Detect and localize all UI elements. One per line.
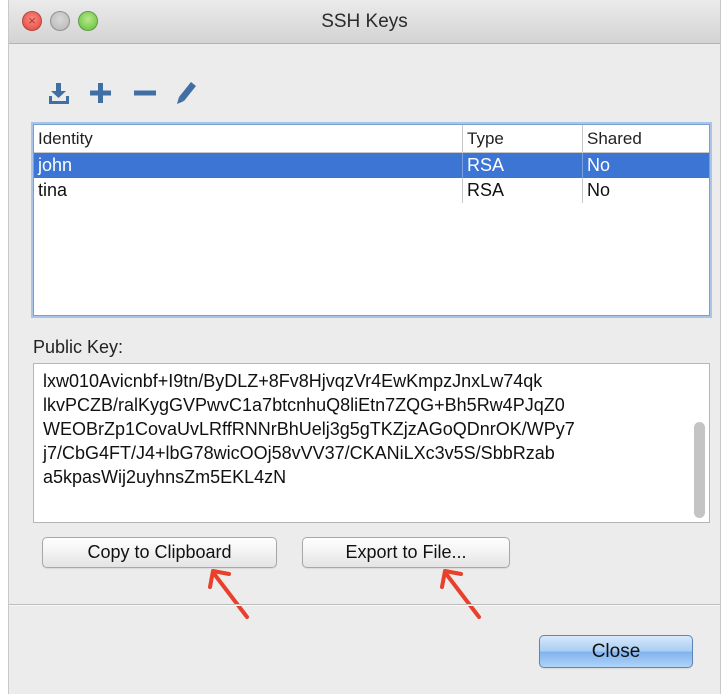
table-row[interactable]: john RSA No xyxy=(34,153,709,178)
public-key-text: lxw010Avicnbf+I9tn/ByDLZ+8Fv8HjvqzVr4EwK… xyxy=(43,369,683,489)
download-icon[interactable] xyxy=(45,80,73,106)
public-key-textarea[interactable]: lxw010Avicnbf+I9tn/ByDLZ+8Fv8HjvqzVr4EwK… xyxy=(33,363,710,523)
public-key-line: j7/CbG4FT/J4+lbG78wicOOj58vVV37/CKANiLXc… xyxy=(43,443,555,463)
window-title: SSH Keys xyxy=(321,11,408,32)
identity-cell: john xyxy=(38,155,73,175)
column-header-shared[interactable]: Shared xyxy=(582,125,702,152)
type-cell: RSA xyxy=(462,153,582,178)
vertical-scrollbar[interactable] xyxy=(694,368,705,518)
column-header-identity[interactable]: Identity xyxy=(34,125,462,152)
shared-cell: No xyxy=(582,153,702,178)
table-header: Identity Type Shared xyxy=(34,125,709,153)
ssh-keys-window: × SSH Keys Identity Type Shared john RSA… xyxy=(8,0,721,694)
plus-icon[interactable] xyxy=(87,80,115,106)
public-key-line: a5kpasWij2uyhnsZm5EKL4zN xyxy=(43,467,287,487)
close-button[interactable]: Close xyxy=(539,635,693,668)
identity-cell: tina xyxy=(38,180,68,200)
public-key-line: lkvPCZB/ralKygGVPwvC1a7btcnhuQ8liEtn7ZQG… xyxy=(43,395,565,415)
minus-icon[interactable] xyxy=(131,80,159,106)
copy-to-clipboard-button[interactable]: Copy to Clipboard xyxy=(42,537,277,568)
public-key-line: WEOBrZp1CovaUvLRffRNNrBhUelj3g5gTKZjzAGo… xyxy=(43,419,575,439)
pencil-icon[interactable] xyxy=(173,80,201,106)
shared-cell: No xyxy=(582,178,702,203)
divider xyxy=(9,604,720,606)
annotation-arrow-icon xyxy=(440,569,481,619)
public-key-line: lxw010Avicnbf+I9tn/ByDLZ+8Fv8HjvqzVr4EwK… xyxy=(43,371,543,391)
title-bar: × SSH Keys xyxy=(9,0,720,44)
table-row[interactable]: tina RSA No xyxy=(34,178,709,203)
public-key-label: Public Key: xyxy=(33,337,124,357)
column-header-type[interactable]: Type xyxy=(462,125,582,152)
type-cell: RSA xyxy=(462,178,582,203)
scrollbar-thumb[interactable] xyxy=(694,422,705,518)
annotation-arrow-icon xyxy=(208,569,249,619)
export-to-file-button[interactable]: Export to File... xyxy=(302,537,510,568)
ssh-keys-table[interactable]: Identity Type Shared john RSA No tina RS… xyxy=(33,124,710,316)
